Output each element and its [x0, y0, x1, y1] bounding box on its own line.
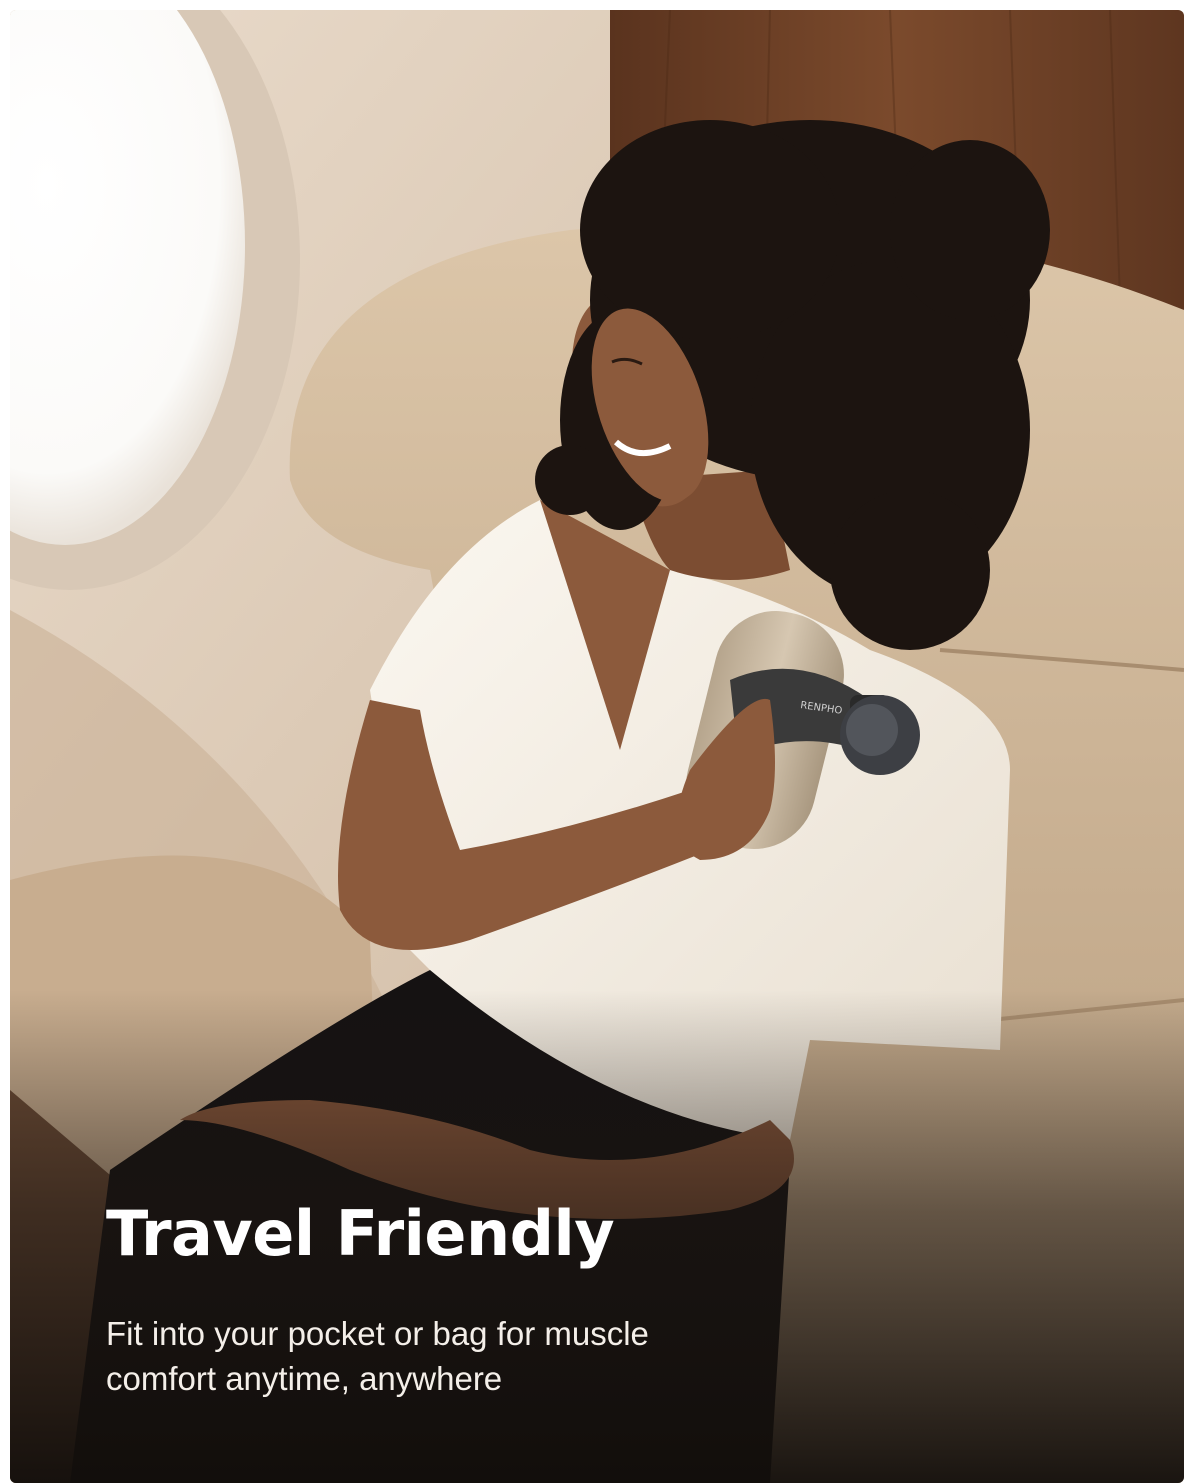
- promo-subline: Fit into your pocket or bag for muscle c…: [106, 1315, 649, 1397]
- promo-caption: Travel Friendly Fit into your pocket or …: [106, 1197, 1006, 1401]
- device-head-highlight: [846, 704, 898, 756]
- promo-card: RENPHO Travel Friendly Fit into your poc…: [10, 10, 1184, 1483]
- promo-headline: Travel Friendly: [106, 1197, 615, 1270]
